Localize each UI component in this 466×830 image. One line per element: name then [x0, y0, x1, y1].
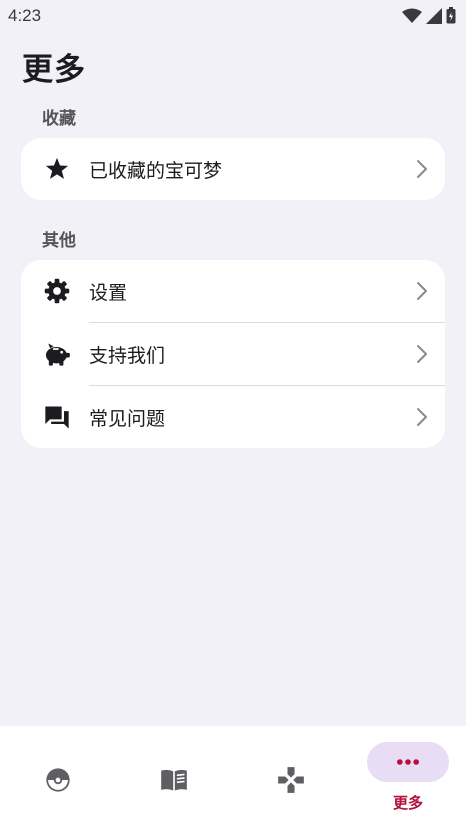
faq-label: 常见问题 — [89, 407, 166, 430]
signal-icon — [426, 7, 442, 24]
gamepad-icon — [277, 766, 305, 794]
favorite-pokemon-item[interactable]: 已收藏的宝可梦 — [21, 138, 445, 200]
battery-icon — [446, 7, 456, 24]
nav-item-more[interactable]: 更多 — [350, 726, 466, 830]
favorites-card: 已收藏的宝可梦 — [21, 138, 445, 200]
section-label-favorites: 收藏 — [42, 109, 76, 129]
more-dots-icon — [394, 748, 422, 776]
chevron-right-icon — [415, 159, 429, 179]
nav-item-book[interactable] — [116, 726, 232, 830]
forum-icon — [43, 403, 71, 431]
wifi-icon — [402, 8, 422, 24]
piggy-bank-icon — [43, 340, 71, 368]
faq-item[interactable]: 常见问题 — [21, 386, 445, 448]
settings-label: 设置 — [89, 281, 128, 304]
star-icon — [43, 155, 71, 183]
nav-selected-pill — [367, 742, 449, 782]
pokeball-icon — [44, 766, 72, 794]
status-bar: 4:23 — [0, 0, 466, 32]
favorite-pokemon-label: 已收藏的宝可梦 — [89, 159, 223, 182]
nav-item-pokedex[interactable] — [0, 726, 116, 830]
status-time: 4:23 — [8, 6, 42, 25]
book-icon — [160, 766, 188, 794]
support-us-label: 支持我们 — [89, 344, 166, 367]
chevron-right-icon — [415, 281, 429, 301]
status-icons — [402, 7, 456, 24]
section-label-other: 其他 — [42, 231, 76, 251]
other-card: 设置 支持我们 常见问题 — [21, 260, 445, 448]
support-us-item[interactable]: 支持我们 — [21, 323, 445, 385]
nav-item-games[interactable] — [233, 726, 349, 830]
settings-item[interactable]: 设置 — [21, 260, 445, 322]
page-title: 更多 — [22, 52, 86, 88]
gear-icon — [43, 277, 71, 305]
bottom-nav: 更多 — [0, 726, 466, 830]
chevron-right-icon — [415, 407, 429, 427]
chevron-right-icon — [415, 344, 429, 364]
nav-label-more: 更多 — [392, 794, 423, 812]
